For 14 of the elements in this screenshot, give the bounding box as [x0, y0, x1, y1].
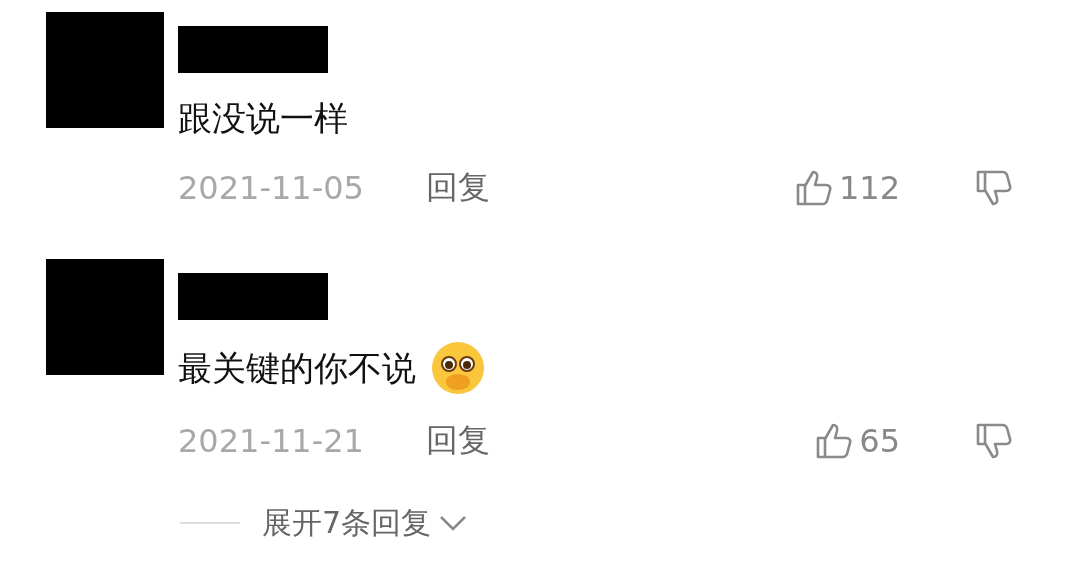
reply-link[interactable]: 回复 [426, 166, 790, 210]
expand-replies-button[interactable]: 展开7条回复 [262, 502, 468, 544]
comment-text: 最关键的你不说 [178, 347, 416, 390]
thumbs-up-icon[interactable] [815, 421, 854, 461]
reply-link[interactable]: 回复 [426, 419, 790, 463]
thumbs-down-icon[interactable] [975, 421, 1013, 461]
thumbs-up-icon[interactable] [794, 168, 833, 208]
like-count: 112 [838, 169, 900, 207]
thumbs-down-icon[interactable] [975, 168, 1013, 208]
comment-date: 2021-11-05 [178, 169, 365, 207]
comment-date: 2021-11-21 [178, 422, 365, 460]
comment-text: 跟没说一样 [178, 97, 348, 140]
chevron-down-icon [439, 514, 468, 532]
like-count: 65 [859, 422, 900, 460]
